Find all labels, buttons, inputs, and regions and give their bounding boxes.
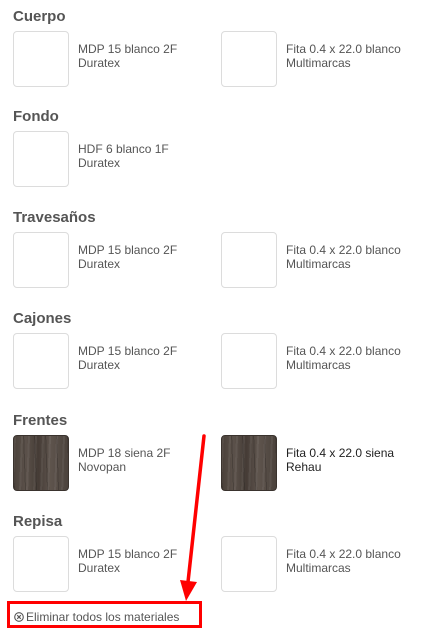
- material-brand: Multimarcas: [286, 561, 351, 575]
- material-brand: Duratex: [78, 561, 121, 575]
- material-swatch[interactable]: [221, 31, 277, 87]
- material-brand: Multimarcas: [286, 257, 351, 271]
- material-swatch[interactable]: [13, 333, 69, 389]
- material-swatch[interactable]: [221, 536, 277, 592]
- material-name: Fita 0.4 x 22.0 blanco: [286, 243, 401, 257]
- material-brand: Duratex: [78, 156, 121, 170]
- material-brand: Duratex: [78, 358, 121, 372]
- material-name: Fita 0.4 x 22.0 blanco: [286, 344, 401, 358]
- material-item[interactable]: Fita 0.4 x 22.0 blanco Multimarcas: [221, 31, 426, 89]
- material-name: Fita 0.4 x 22.0 blanco: [286, 547, 401, 561]
- material-brand: Rehau: [286, 460, 322, 474]
- material-brand: Duratex: [78, 56, 121, 70]
- material-item[interactable]: MDP 15 blanco 2F Duratex: [13, 333, 218, 391]
- section-title: Cuerpo: [13, 8, 66, 25]
- material-item[interactable]: MDP 18 siena 2F Novopan: [13, 435, 218, 493]
- material-swatch[interactable]: [13, 131, 69, 187]
- material-item[interactable]: Fita 0.4 x 22.0 blanco Multimarcas: [221, 232, 426, 290]
- section-title: Travesaños: [13, 209, 96, 226]
- section-title: Cajones: [13, 310, 72, 327]
- section-title: Frentes: [13, 412, 68, 429]
- circle-x-icon: [14, 611, 24, 622]
- material-name: Fita 0.4 x 22.0 blanco: [286, 42, 401, 56]
- remove-all-materials-link[interactable]: Eliminar todos los materiales: [14, 610, 179, 624]
- material-item[interactable]: Fita 0.4 x 22.0 siena Rehau: [221, 435, 426, 493]
- material-item[interactable]: MDP 15 blanco 2F Duratex: [13, 232, 218, 290]
- material-swatch[interactable]: [221, 435, 277, 491]
- remove-all-label: Eliminar todos los materiales: [26, 610, 180, 624]
- material-name: Fita 0.4 x 22.0 siena: [286, 446, 395, 460]
- material-name: MDP 18 siena 2F: [78, 446, 171, 460]
- material-swatch[interactable]: [13, 536, 69, 592]
- material-item[interactable]: HDF 6 blanco 1F Duratex: [13, 131, 218, 189]
- material-swatch[interactable]: [13, 31, 69, 87]
- material-brand: Novopan: [78, 460, 127, 474]
- material-name: MDP 15 blanco 2F: [78, 243, 178, 257]
- material-item[interactable]: Fita 0.4 x 22.0 blanco Multimarcas: [221, 536, 426, 594]
- section-title: Fondo: [13, 108, 59, 125]
- material-item[interactable]: MDP 15 blanco 2F Duratex: [13, 536, 218, 594]
- section-title: Repisa: [13, 513, 63, 530]
- material-name: MDP 15 blanco 2F: [78, 344, 178, 358]
- material-brand: Multimarcas: [286, 56, 351, 70]
- material-swatch[interactable]: [221, 333, 277, 389]
- material-swatch[interactable]: [13, 435, 69, 491]
- material-brand: Duratex: [78, 257, 121, 271]
- material-brand: Multimarcas: [286, 358, 351, 372]
- material-name: MDP 15 blanco 2F: [78, 42, 178, 56]
- material-item[interactable]: MDP 15 blanco 2F Duratex: [13, 31, 218, 89]
- material-swatch[interactable]: [13, 232, 69, 288]
- material-swatch[interactable]: [221, 232, 277, 288]
- material-item[interactable]: Fita 0.4 x 22.0 blanco Multimarcas: [221, 333, 426, 391]
- material-name: MDP 15 blanco 2F: [78, 547, 178, 561]
- material-name: HDF 6 blanco 1F: [78, 142, 169, 156]
